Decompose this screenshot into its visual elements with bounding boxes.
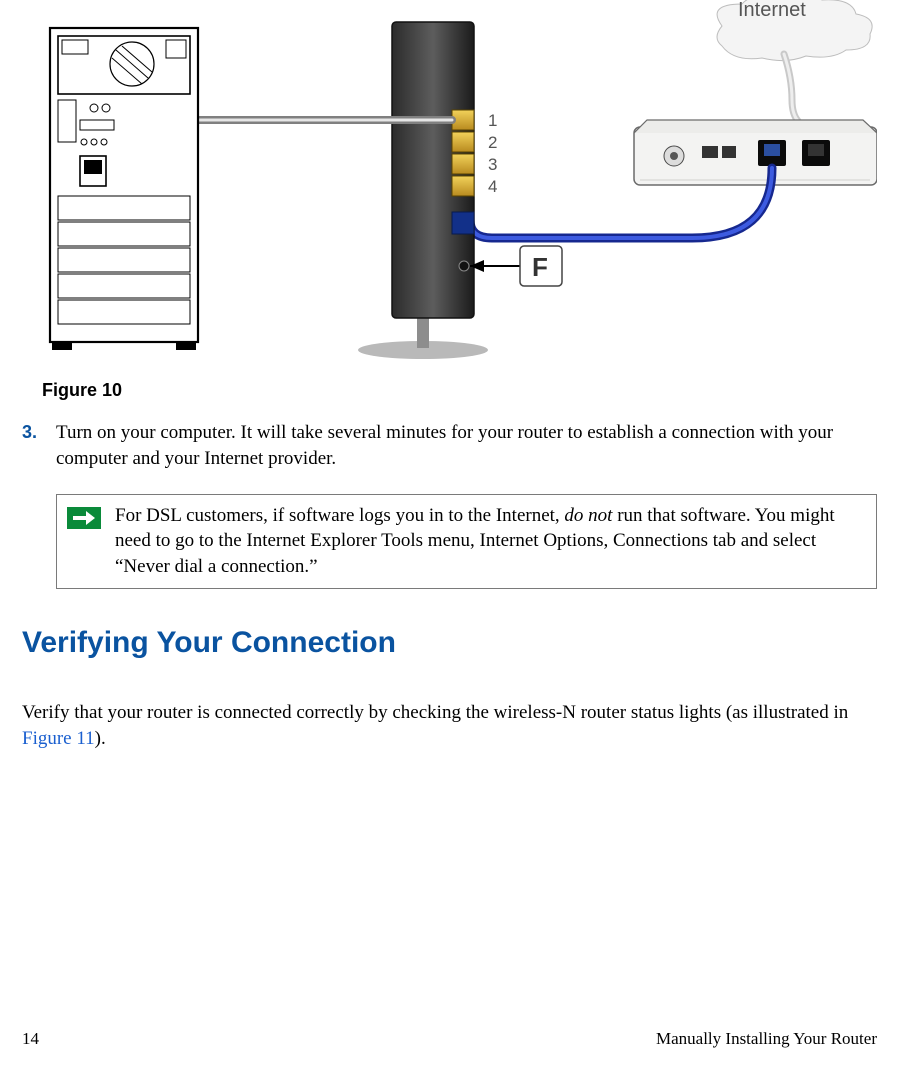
note-text: For DSL customers, if software logs you … <box>115 503 866 580</box>
port-label-3: 3 <box>488 155 497 174</box>
callout-f: F <box>470 246 562 286</box>
page-number: 14 <box>22 1028 39 1051</box>
arrow-right-icon <box>67 507 101 529</box>
port-label-4: 4 <box>488 177 497 196</box>
computer-icon <box>50 28 198 350</box>
router-icon <box>358 22 488 359</box>
step-number: 3. <box>22 420 56 471</box>
modem-icon <box>634 120 877 185</box>
figure-11-link[interactable]: Figure 11 <box>22 728 95 749</box>
verify-paragraph: Verify that your router is connected cor… <box>22 700 877 751</box>
port-label-2: 2 <box>488 133 497 152</box>
step-3: 3. Turn on your computer. It will take s… <box>22 420 877 471</box>
section-heading: Verifying Your Connection <box>22 623 877 664</box>
footer-section: Manually Installing Your Router <box>656 1028 877 1051</box>
connection-diagram: Internet <box>22 0 877 360</box>
cloud-label: Internet <box>738 0 806 21</box>
step-text: Turn on your computer. It will take seve… <box>56 420 877 471</box>
note-box: For DSL customers, if software logs you … <box>56 494 877 589</box>
svg-text:F: F <box>532 252 548 282</box>
figure-caption: Figure 10 <box>42 378 877 402</box>
port-label-1: 1 <box>488 111 497 130</box>
